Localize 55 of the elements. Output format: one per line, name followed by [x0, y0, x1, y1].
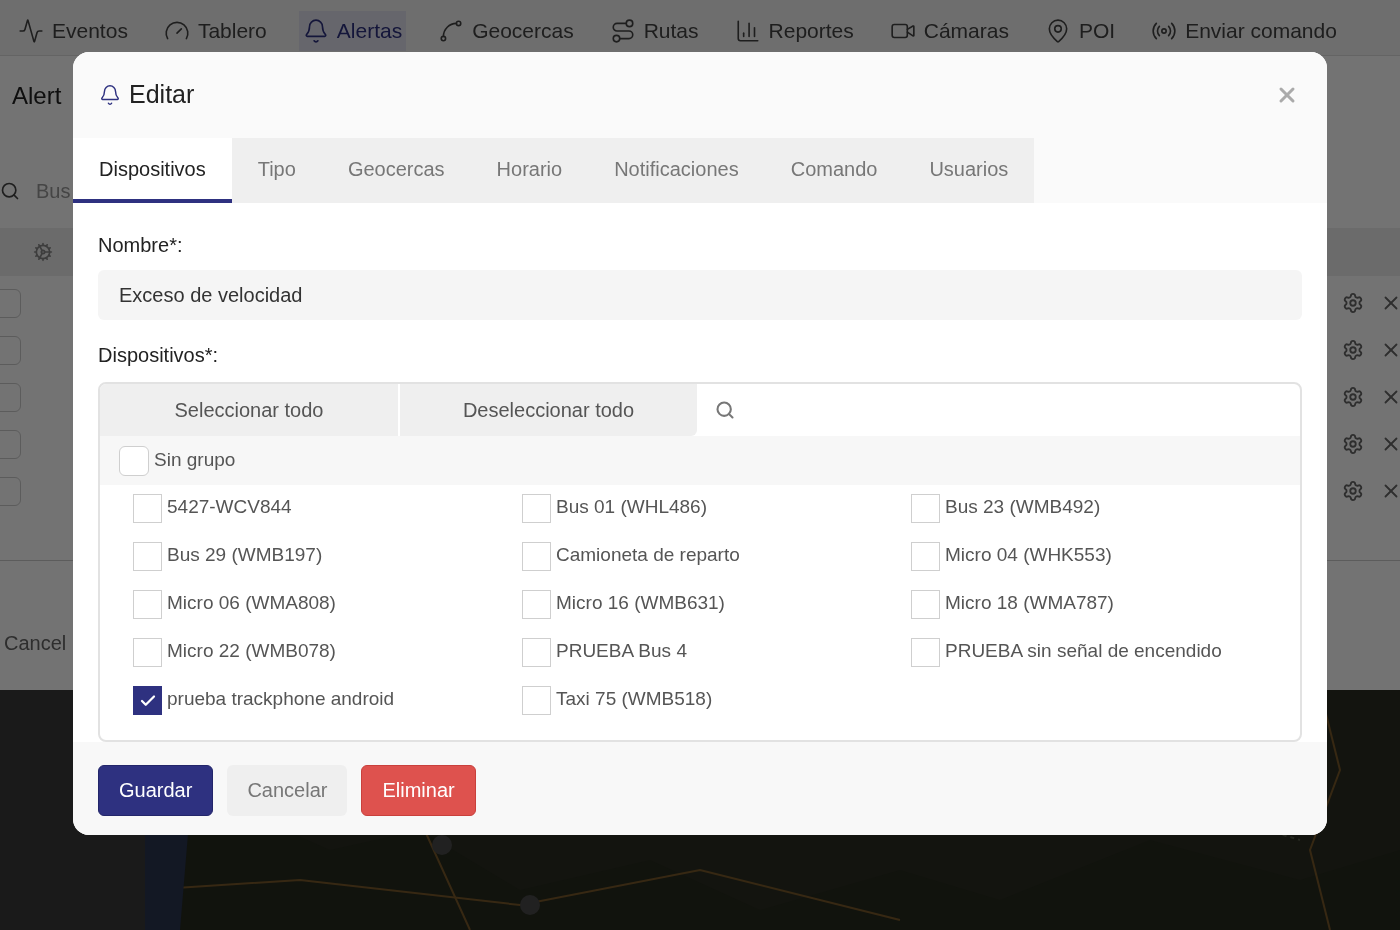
- dialog-button[interactable]: Guardar: [98, 764, 214, 816]
- route-icon: [609, 18, 636, 44]
- panel-title: Alert: [12, 81, 62, 111]
- tab[interactable]: Dispositivos: [73, 138, 232, 203]
- field-label: Nombre*:: [98, 233, 184, 258]
- device-label: 5427-WCV844: [167, 495, 292, 519]
- device-label: PRUEBA Bus 4: [556, 639, 687, 663]
- device-label: Bus 29 (WMB197): [167, 543, 323, 567]
- tab[interactable]: Comando: [764, 138, 904, 203]
- tab[interactable]: Geocercas: [321, 138, 471, 203]
- dialog-title: Editar: [129, 79, 195, 111]
- group-label: Sin grupo: [154, 448, 236, 473]
- device-label: PRUEBA sin señal de encendido: [945, 639, 1222, 663]
- bell-icon: [99, 84, 121, 106]
- dialog-button[interactable]: Eliminar: [361, 764, 476, 816]
- nav-item[interactable]: Alertas: [298, 11, 407, 51]
- nav-item[interactable]: POI: [1040, 11, 1120, 51]
- device-label: Micro 18 (WMA787): [945, 591, 1114, 615]
- device-label: Micro 06 (WMA808): [167, 591, 336, 615]
- settings-icon[interactable]: [1342, 292, 1364, 314]
- name-field[interactable]: Exceso de velocidad: [98, 270, 1302, 320]
- cancel-text[interactable]: Cancel: [4, 628, 67, 658]
- tab[interactable]: Usuarios: [903, 138, 1035, 203]
- tab[interactable]: Notificaciones: [588, 138, 765, 203]
- nav-item[interactable]: Reportes: [730, 11, 858, 51]
- nav-item[interactable]: Rutas: [605, 11, 703, 51]
- settings-icon[interactable]: [1342, 386, 1364, 408]
- select-all-button[interactable]: Seleccionar todo: [100, 384, 398, 436]
- nav-item[interactable]: Eventos: [14, 11, 132, 51]
- deselect-all-button[interactable]: Deseleccionar todo: [400, 384, 697, 436]
- settings-icon[interactable]: [1342, 339, 1364, 361]
- device-label: Camioneta de reparto: [556, 543, 740, 567]
- nav-item[interactable]: Geocercas: [434, 11, 578, 51]
- device-label: Taxi 75 (WMB518): [556, 687, 713, 711]
- nodes-icon: [438, 18, 465, 44]
- bar-chart-icon: [734, 18, 761, 44]
- settings-icon[interactable]: [1342, 480, 1364, 502]
- device-label: Bus 23 (WMB492): [945, 495, 1101, 519]
- device-label: Micro 04 (WHK553): [945, 543, 1112, 567]
- device-label: Micro 16 (WMB631): [556, 591, 725, 615]
- nav-item[interactable]: Cámaras: [885, 11, 1013, 51]
- nav-item[interactable]: Enviar comando: [1147, 11, 1341, 51]
- dialog-button[interactable]: Cancelar: [227, 764, 348, 816]
- search-icon: [0, 181, 20, 201]
- field-label: Dispositivos*:: [98, 343, 220, 368]
- device-label: Micro 22 (WMB078): [167, 639, 336, 663]
- search-icon[interactable]: [715, 400, 735, 420]
- tab[interactable]: Tipo: [231, 138, 322, 203]
- device-label: Bus 01 (WHL486): [556, 495, 707, 519]
- checkbox[interactable]: [133, 686, 162, 715]
- nav-item[interactable]: Tablero: [159, 11, 271, 51]
- settings-icon[interactable]: [1342, 433, 1364, 455]
- device-label: prueba trackphone android: [167, 687, 395, 711]
- pulse-icon: [18, 18, 44, 44]
- tab[interactable]: Horario: [470, 138, 589, 203]
